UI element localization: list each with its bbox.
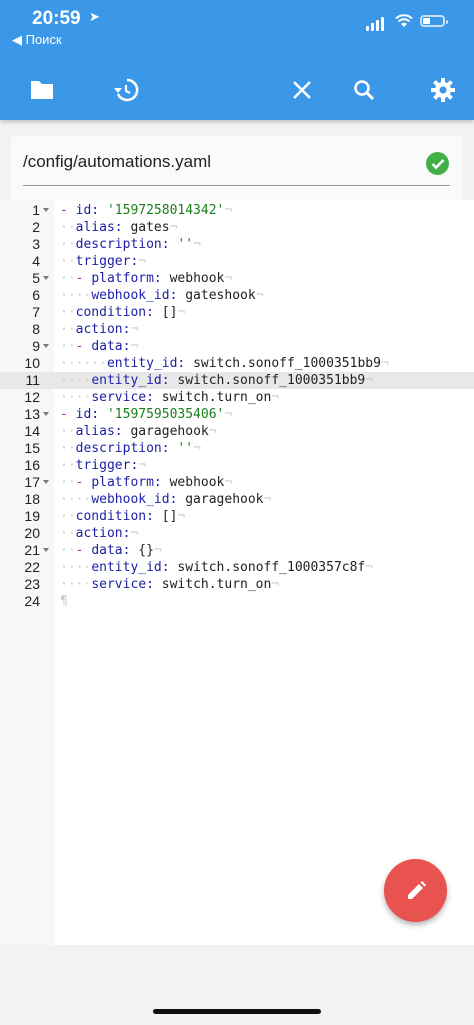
code-line-active[interactable]: 11 ····entity_id: switch.sonoff_1000351bb… xyxy=(0,372,474,389)
file-path-value: /config/automations.yaml xyxy=(23,152,212,171)
fold-arrow-icon[interactable] xyxy=(43,208,49,212)
code-line[interactable]: 20 ··action:¬ xyxy=(0,525,474,542)
code-line[interactable]: 8 ··action:¬ xyxy=(0,321,474,338)
code-line[interactable]: 2 ··alias: gates¬ xyxy=(0,219,474,236)
fold-arrow-icon[interactable] xyxy=(43,276,49,280)
fold-arrow-icon[interactable] xyxy=(43,412,49,416)
code-line[interactable]: 19 ··condition: []¬ xyxy=(0,508,474,525)
back-to-search-link[interactable]: ◀ Поиск xyxy=(12,32,62,48)
code-line[interactable]: 10 ······entity_id: switch.sonoff_1000351… xyxy=(0,355,474,372)
clock: 20:59 xyxy=(32,8,81,29)
code-line[interactable]: 21 ··- data: {}¬ xyxy=(0,542,474,559)
code-line[interactable]: 13- id: '1597595035406'¬ xyxy=(0,406,474,423)
code-line[interactable]: 15 ··description: ''¬ xyxy=(0,440,474,457)
fold-arrow-icon[interactable] xyxy=(43,480,49,484)
code-line[interactable]: 3 ··description: ''¬ xyxy=(0,236,474,253)
edit-fab-button[interactable] xyxy=(384,859,447,922)
gear-icon[interactable] xyxy=(429,76,457,104)
code-line[interactable]: 1- id: '1597258014342'¬ xyxy=(0,202,474,219)
history-icon[interactable] xyxy=(112,76,140,104)
code-line[interactable]: 5 ··- platform: webhook¬ xyxy=(0,270,474,287)
search-icon[interactable] xyxy=(350,76,378,104)
code-line[interactable]: 6 ····webhook_id: gateshook¬ xyxy=(0,287,474,304)
close-icon[interactable] xyxy=(288,76,316,104)
code-line[interactable]: 9 ··- data:¬ xyxy=(0,338,474,355)
location-arrow-icon: ➤ xyxy=(89,9,100,24)
battery-icon xyxy=(420,15,448,27)
field-underline xyxy=(23,185,450,186)
folder-icon[interactable] xyxy=(28,76,56,104)
pencil-icon xyxy=(407,880,426,899)
code-editor[interactable]: 1- id: '1597258014342'¬ 2 ··alias: gates¬… xyxy=(0,200,474,945)
fold-arrow-icon[interactable] xyxy=(43,548,49,552)
code-line[interactable]: 4 ··trigger:¬ xyxy=(0,253,474,270)
toolbar xyxy=(0,60,474,120)
code-line[interactable]: 7 ··condition: []¬ xyxy=(0,304,474,321)
home-indicator xyxy=(153,1009,321,1014)
code-line[interactable]: 22 ····entity_id: switch.sonoff_1000357c8… xyxy=(0,559,474,576)
code-line[interactable]: 17 ··- platform: webhook¬ xyxy=(0,474,474,491)
status-bar: 20:59 ➤ ◀ Поиск xyxy=(0,0,474,60)
code-line[interactable]: 14 ··alias: garagehook¬ xyxy=(0,423,474,440)
code-line[interactable]: 12 ····service: switch.turn_on¬ xyxy=(0,389,474,406)
file-path-field[interactable]: /config/automations.yaml xyxy=(11,136,463,200)
signal-icon xyxy=(366,16,384,31)
code-line[interactable]: 23 ····service: switch.turn_on¬ xyxy=(0,576,474,593)
code-line[interactable]: 24 ¶ xyxy=(0,593,474,610)
code-line[interactable]: 16 ··trigger:¬ xyxy=(0,457,474,474)
check-circle-icon xyxy=(426,152,449,175)
fold-arrow-icon[interactable] xyxy=(43,344,49,348)
code-line[interactable]: 18 ····webhook_id: garagehook¬ xyxy=(0,491,474,508)
wifi-icon xyxy=(395,14,413,27)
